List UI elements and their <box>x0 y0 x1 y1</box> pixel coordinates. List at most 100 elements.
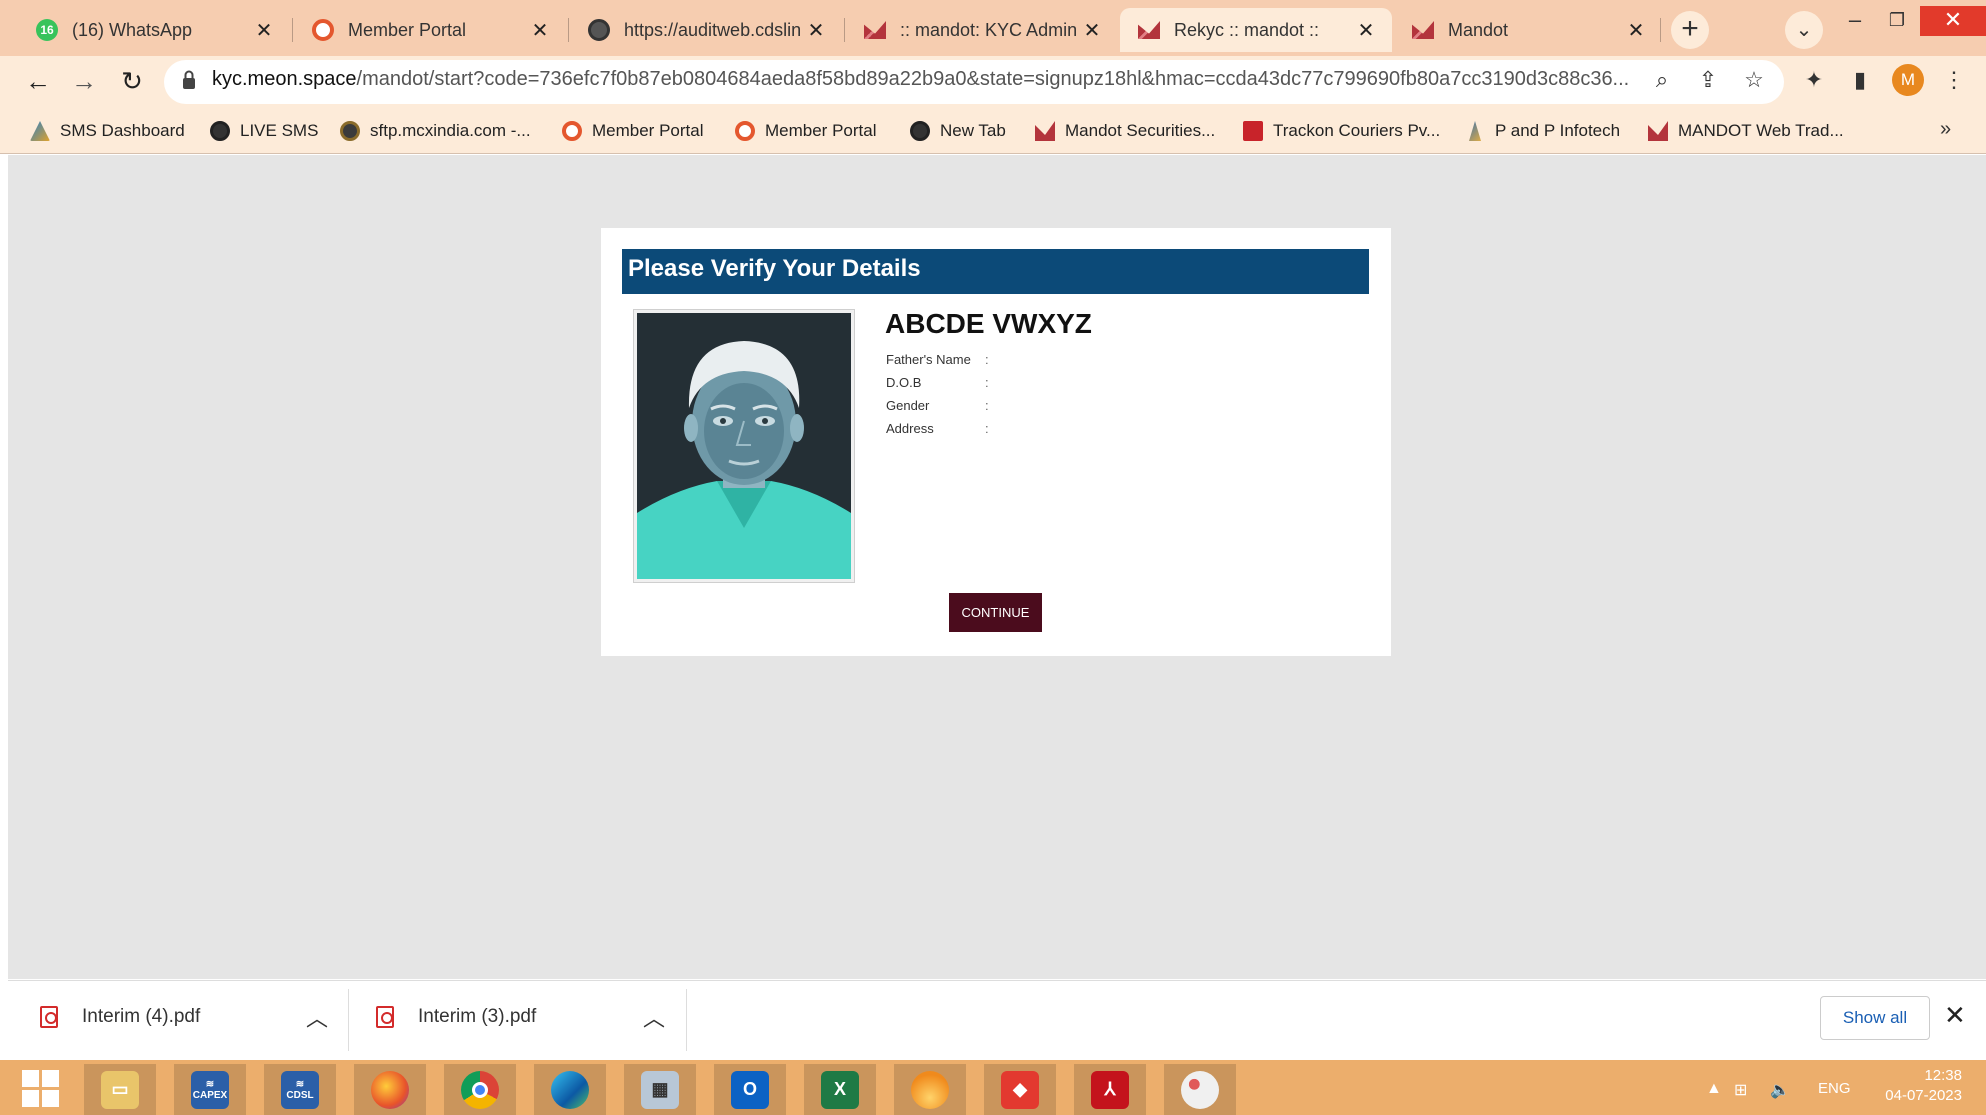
close-icon[interactable]: ✕ <box>252 18 276 43</box>
new-tab-button[interactable]: + <box>1671 11 1709 49</box>
cdsl-label: CDSL <box>286 1089 314 1101</box>
anydesk-icon[interactable]: ◆ <box>984 1064 1056 1115</box>
minimize-icon[interactable]: – <box>1834 6 1876 36</box>
extensions-icon[interactable]: ✦ <box>1800 66 1828 94</box>
chevron-up-icon[interactable]: ︿ <box>643 1001 665 1033</box>
bookmark-sftp[interactable]: sftp.mcxindia.com -... <box>340 118 531 144</box>
whatsapp-icon: 16 <box>36 19 58 41</box>
tab-separator <box>1660 18 1661 42</box>
close-icon[interactable]: ✕ <box>1624 18 1648 43</box>
portal-icon <box>312 19 334 41</box>
trackon-icon <box>1243 121 1263 141</box>
outlook-icon[interactable]: O <box>714 1064 786 1115</box>
bookmark-label: New Tab <box>940 121 1006 140</box>
bookmark-member-portal[interactable]: Member Portal <box>562 118 703 144</box>
mandot-icon <box>1035 121 1055 141</box>
app-flame-icon[interactable] <box>894 1064 966 1115</box>
tray-clock[interactable]: 12:38 04-07-2023 <box>1885 1066 1962 1106</box>
value-gender: : <box>985 398 989 413</box>
bookmark-label: LIVE SMS <box>240 121 319 140</box>
paint-icon[interactable] <box>1164 1064 1236 1115</box>
download-bar: Interim (4).pdf ︿ Interim (3).pdf ︿ <box>8 980 1986 1060</box>
chrome-icon[interactable] <box>444 1064 516 1115</box>
url-text[interactable]: kyc.meon.space/mandot/start?code=736efc7… <box>212 68 1632 91</box>
label-address: Address <box>886 421 934 436</box>
bookmark-live-sms[interactable]: LIVE SMS <box>210 118 318 144</box>
close-icon[interactable]: ✕ <box>528 18 552 43</box>
restore-icon[interactable]: ❐ <box>1876 6 1918 36</box>
capex-label: CAPEX <box>192 1089 228 1101</box>
bookmark-star-icon[interactable]: ☆ <box>1740 66 1768 94</box>
lock-icon[interactable] <box>182 70 196 90</box>
excel-icon[interactable]: X <box>804 1064 876 1115</box>
show-all-button[interactable]: Show all <box>1820 996 1930 1040</box>
forward-icon[interactable]: → <box>66 64 102 100</box>
bookmark-trackon[interactable]: Trackon Couriers Pv... <box>1243 118 1440 144</box>
continue-button[interactable]: CONTINUE <box>949 593 1042 632</box>
close-icon[interactable]: ✕ <box>1354 18 1378 43</box>
tab-whatsapp[interactable]: 16 (16) WhatsApp ✕ <box>18 8 290 52</box>
tray-expand-icon[interactable]: ▲ <box>1706 1080 1722 1098</box>
tab-mandot[interactable]: Mandot ✕ <box>1394 8 1662 52</box>
chevron-up-icon[interactable]: ︿ <box>306 1001 328 1033</box>
close-icon[interactable]: ✕ <box>1080 18 1104 43</box>
windows-start-icon[interactable] <box>22 1070 60 1108</box>
tab-auditweb[interactable]: https://auditweb.cdslin ✕ <box>570 8 842 52</box>
sftp-icon <box>340 121 360 141</box>
bookmark-sms-dashboard[interactable]: SMS Dashboard <box>30 118 185 144</box>
bookmark-new-tab[interactable]: New Tab <box>910 118 1006 144</box>
tab-title: Rekyc :: mandot :: <box>1174 19 1320 40</box>
calculator-icon[interactable]: ▦ <box>624 1064 696 1115</box>
portal-icon <box>562 121 582 141</box>
tab-rekyc[interactable]: Rekyc :: mandot :: ✕ <box>1120 8 1392 52</box>
download-item-interim-4[interactable]: Interim (4).pdf <box>40 981 340 1053</box>
zoom-icon[interactable]: ⌕ <box>1648 66 1676 94</box>
value-address: : <box>985 421 989 436</box>
tab-title: https://auditweb.cdslin <box>624 19 802 40</box>
bookmark-member-portal-2[interactable]: Member Portal <box>735 118 876 144</box>
pdf-file-icon <box>376 1006 394 1028</box>
download-item-interim-3[interactable]: Interim (3).pdf <box>376 981 676 1053</box>
window-close-icon[interactable]: ✕ <box>1920 6 1986 36</box>
bookmark-label: Member Portal <box>592 121 704 140</box>
bookmark-infotech[interactable]: P and P Infotech <box>1465 118 1620 144</box>
cdsl-icon[interactable]: ≋ CDSL <box>264 1064 336 1115</box>
capex-icon[interactable]: ≋ CAPEX <box>174 1064 246 1115</box>
file-explorer-icon[interactable]: ▭ <box>84 1064 156 1115</box>
bookmark-label: P and P Infotech <box>1495 121 1621 140</box>
sms-icon <box>30 121 50 141</box>
bookmark-label: sftp.mcxindia.com -... <box>370 121 531 140</box>
clock-time: 12:38 <box>1924 1067 1962 1084</box>
side-panel-icon[interactable]: ▮ <box>1846 66 1874 94</box>
close-icon[interactable]: ✕ <box>804 18 828 43</box>
tab-member-portal[interactable]: Member Portal ✕ <box>294 8 566 52</box>
network-icon[interactable]: ⊞ <box>1734 1080 1747 1100</box>
firefox-icon[interactable] <box>354 1064 426 1115</box>
back-icon[interactable]: ← <box>20 64 56 100</box>
bookmark-label: Trackon Couriers Pv... <box>1273 121 1441 140</box>
menu-icon[interactable]: ⋮ <box>1940 66 1968 94</box>
bookmark-label: SMS Dashboard <box>60 121 185 140</box>
download-filename: Interim (4).pdf <box>82 1006 201 1027</box>
profile-avatar[interactable]: M <box>1892 64 1924 96</box>
edge-icon[interactable] <box>534 1064 606 1115</box>
bookmark-mandot-securities[interactable]: Mandot Securities... <box>1035 118 1215 144</box>
tab-separator <box>844 18 845 42</box>
tab-search-button[interactable]: ⌄ <box>1785 11 1823 49</box>
more-bookmarks-icon[interactable]: » <box>1940 118 1951 141</box>
share-icon[interactable]: ⇪ <box>1694 66 1722 94</box>
clock-date: 04-07-2023 <box>1885 1087 1962 1104</box>
language-indicator[interactable]: ENG <box>1818 1080 1851 1097</box>
tab-kyc-admin[interactable]: :: mandot: KYC Admin :: ✕ <box>846 8 1118 52</box>
mandot-icon <box>864 19 886 41</box>
globe-icon <box>910 121 930 141</box>
bookmark-mandot-web-trade[interactable]: MANDOT Web Trad... <box>1648 118 1844 144</box>
acrobat-icon[interactable]: ⅄ <box>1074 1064 1146 1115</box>
reload-icon[interactable]: ↻ <box>114 64 150 100</box>
tab-title: Member Portal <box>348 19 467 40</box>
label-dob: D.O.B <box>886 375 922 390</box>
label-fathers-name: Father's Name <box>886 352 971 367</box>
volume-icon[interactable]: 🔈 <box>1770 1080 1790 1100</box>
close-icon[interactable]: ✕ <box>1944 1000 1966 1031</box>
tab-title: Mandot <box>1448 19 1509 40</box>
